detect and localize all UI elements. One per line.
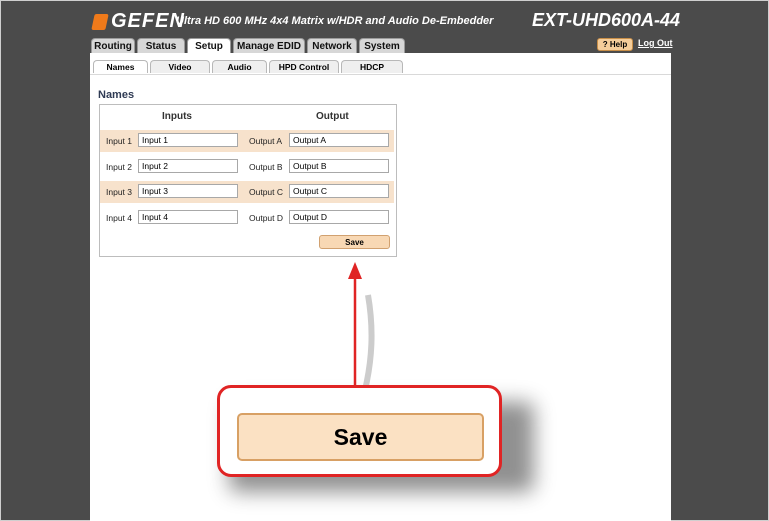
input-2-label: Input 2 — [106, 162, 132, 172]
input-3-name-field[interactable] — [138, 184, 238, 198]
brand-text: GEFEN — [111, 10, 185, 32]
brand-logo: GEFEN — [91, 10, 185, 33]
input-3-label: Input 3 — [106, 187, 132, 197]
tab-network[interactable]: Network — [307, 38, 357, 53]
input-1-name-field[interactable] — [138, 133, 238, 147]
input-4-label: Input 4 — [106, 213, 132, 223]
logo-mark-icon — [91, 13, 109, 30]
tab-status[interactable]: Status — [137, 38, 185, 53]
help-button[interactable]: ? Help — [597, 38, 633, 51]
subtab-names[interactable]: Names — [93, 60, 148, 73]
product-description: Ultra HD 600 MHz 4x4 Matrix w/HDR and Au… — [176, 15, 494, 27]
subtab-hdcp[interactable]: HDCP — [341, 60, 403, 73]
tab-manage-edid[interactable]: Manage EDID — [233, 38, 305, 53]
output-b-name-field[interactable] — [289, 159, 389, 173]
output-c-name-field[interactable] — [289, 184, 389, 198]
tab-setup[interactable]: Setup — [187, 38, 231, 53]
zoomed-save-button: Save — [237, 413, 484, 461]
subtab-video[interactable]: Video — [150, 60, 210, 73]
output-b-label: Output B — [249, 162, 283, 172]
section-title: Names — [98, 89, 135, 101]
input-4-name-field[interactable] — [138, 210, 238, 224]
input-2-name-field[interactable] — [138, 159, 238, 173]
subtab-audio[interactable]: Audio — [212, 60, 267, 73]
model-number: EXT-UHD600A-44 — [532, 10, 681, 30]
output-d-label: Output D — [249, 213, 284, 223]
tab-system[interactable]: System — [359, 38, 405, 53]
tab-routing[interactable]: Routing — [91, 38, 135, 53]
inputs-column-header: Inputs — [162, 111, 192, 122]
logout-link[interactable]: Log Out — [638, 38, 673, 48]
output-c-label: Output C — [249, 187, 284, 197]
output-a-name-field[interactable] — [289, 133, 389, 147]
input-1-label: Input 1 — [106, 136, 132, 146]
output-a-label: Output A — [249, 136, 283, 146]
output-d-name-field[interactable] — [289, 210, 389, 224]
save-button[interactable]: Save — [319, 235, 390, 249]
output-column-header: Output — [316, 111, 349, 122]
subtab-hpd-control[interactable]: HPD Control — [269, 60, 339, 73]
